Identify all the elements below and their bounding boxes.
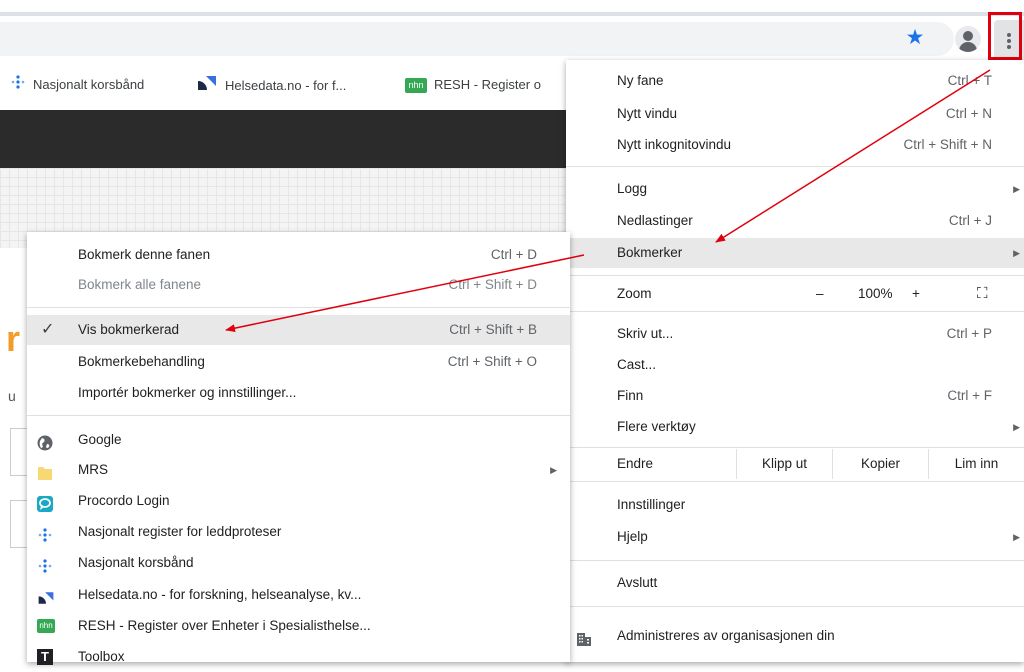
bookmark-resh[interactable]: nhn RESH - Register o <box>405 74 541 96</box>
tab-strip <box>0 0 1024 12</box>
check-icon: ✓ <box>41 321 55 338</box>
submenu-arrow-icon: ▶ <box>1013 184 1020 194</box>
fullscreen-icon[interactable]: ⛶ <box>977 279 988 309</box>
submenu-item-bookmark-all-tabs[interactable]: Bokmerk alle fanene Ctrl + Shift + D <box>27 270 570 300</box>
zoom-out-button[interactable]: – <box>816 279 824 309</box>
submenu-bookmark-toolbox[interactable]: T Toolbox <box>27 642 570 672</box>
profile-avatar-icon[interactable] <box>955 26 981 52</box>
helsedata-icon <box>37 587 54 604</box>
dots-icon <box>37 524 53 542</box>
dots-icon <box>37 555 53 573</box>
menu-item-new-window[interactable]: Nytt vindu Ctrl + N <box>566 99 1024 129</box>
menu-item-managed-by-org[interactable]: Administreres av organisasjonen din <box>566 621 1024 651</box>
bookmark-nasjonalt-korsband[interactable]: Nasjonalt korsbånd <box>10 74 144 96</box>
menu-separator <box>27 415 570 416</box>
zoom-level: 100% <box>858 286 893 301</box>
menu-item-settings[interactable]: Innstillinger <box>566 490 1024 520</box>
nhn-icon: nhn <box>37 619 55 633</box>
chrome-menu: Ny fane Ctrl + T Nytt vindu Ctrl + N Nyt… <box>566 60 1024 662</box>
menu-item-cast[interactable]: Cast... <box>566 350 1024 380</box>
page-text-fragment: u <box>8 388 16 404</box>
submenu-item-bookmark-manager[interactable]: Bokmerkebehandling Ctrl + Shift + O <box>27 347 570 377</box>
menu-item-find[interactable]: Finn Ctrl + F <box>566 381 1024 411</box>
menu-item-more-tools[interactable]: Flere verktøy ▶ <box>566 412 1024 442</box>
submenu-bookmark-resh[interactable]: nhn RESH - Register over Enheter i Spesi… <box>27 611 570 641</box>
menu-item-print[interactable]: Skriv ut... Ctrl + P <box>566 319 1024 349</box>
menu-item-history[interactable]: Logg ▶ <box>566 174 1024 204</box>
menu-item-new-tab[interactable]: Ny fane Ctrl + T <box>566 66 1024 96</box>
menu-item-bookmarks[interactable]: Bokmerker ▶ <box>566 238 1024 268</box>
submenu-arrow-icon: ▶ <box>1013 248 1020 258</box>
toolbox-icon: T <box>37 649 53 665</box>
menu-item-exit[interactable]: Avslutt <box>566 568 1024 598</box>
submenu-bookmark-google[interactable]: Google <box>27 425 570 455</box>
menu-separator <box>566 275 1024 276</box>
star-icon[interactable]: ★ <box>903 26 927 50</box>
menu-separator <box>566 560 1024 561</box>
menu-separator <box>566 481 1024 482</box>
menu-row-edit: Endre Klipp ut Kopier Lim inn <box>566 449 1024 479</box>
address-bar[interactable] <box>0 22 954 56</box>
submenu-bookmark-korsband[interactable]: Nasjonalt korsbånd <box>27 548 570 578</box>
submenu-bookmark-procordo[interactable]: Procordo Login <box>27 486 570 516</box>
submenu-bookmark-helsedata[interactable]: Helsedata.no - for forskning, helseanaly… <box>27 580 570 610</box>
nhn-icon: nhn <box>405 78 427 94</box>
procordo-icon <box>37 493 53 512</box>
annotation-highlight-box <box>988 12 1022 60</box>
menu-item-downloads[interactable]: Nedlastinger Ctrl + J <box>566 206 1024 236</box>
folder-icon <box>37 462 53 480</box>
cut-button[interactable]: Klipp ut <box>736 449 832 479</box>
helsedata-icon <box>196 74 218 99</box>
submenu-item-bookmark-tab[interactable]: Bokmerk denne fanen Ctrl + D <box>27 240 570 270</box>
menu-item-help[interactable]: Hjelp ▶ <box>566 522 1024 552</box>
submenu-bookmark-leddproteser[interactable]: Nasjonalt register for leddproteser <box>27 517 570 547</box>
submenu-arrow-icon: ▶ <box>1013 422 1020 432</box>
globe-icon <box>37 432 53 451</box>
menu-separator <box>27 307 570 308</box>
page-title-fragment: r <box>6 318 21 359</box>
zoom-in-button[interactable]: + <box>912 279 920 309</box>
menu-separator <box>566 166 1024 167</box>
page-header-band <box>0 110 566 168</box>
submenu-item-import[interactable]: Importér bokmerker og innstillinger... <box>27 378 570 408</box>
menu-separator <box>566 606 1024 607</box>
submenu-item-show-bookmarks-bar[interactable]: ✓ Vis bokmerkerad Ctrl + Shift + B <box>27 315 570 345</box>
menu-row-zoom: Zoom – 100% + ⛶ <box>566 279 1024 309</box>
bookmarks-submenu: Bokmerk denne fanen Ctrl + D Bokmerk all… <box>27 232 570 665</box>
menu-separator <box>566 311 1024 312</box>
building-icon <box>576 628 592 646</box>
submenu-bookmark-folder-mrs[interactable]: MRS ▶ <box>27 455 570 485</box>
menu-item-new-incognito[interactable]: Nytt inkognitovindu Ctrl + Shift + N <box>566 130 1024 160</box>
submenu-arrow-icon: ▶ <box>550 465 557 475</box>
copy-button[interactable]: Kopier <box>832 449 928 479</box>
paste-button[interactable]: Lim inn <box>928 449 1024 479</box>
dots-icon <box>10 74 26 97</box>
menu-separator <box>566 447 1024 448</box>
submenu-arrow-icon: ▶ <box>1013 532 1020 542</box>
bookmark-helsedata[interactable]: Helsedata.no - for f... <box>196 74 346 96</box>
